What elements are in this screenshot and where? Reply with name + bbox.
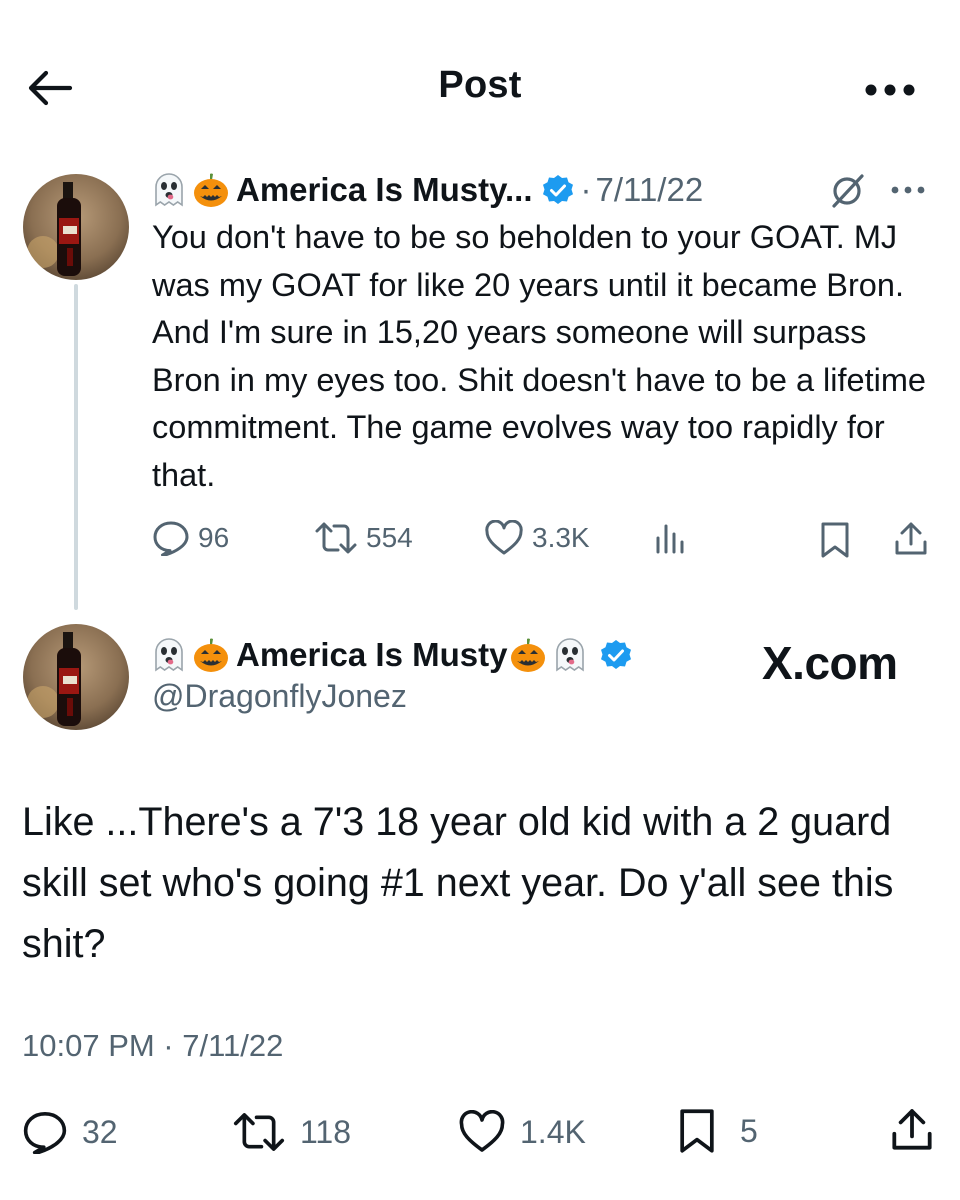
grok-icon xyxy=(832,174,864,208)
repost-button[interactable]: 118 xyxy=(232,1110,351,1154)
tweet-text: Like ...There's a 7'3 18 year old kid wi… xyxy=(22,800,894,966)
reply-icon xyxy=(22,1110,68,1154)
user-handle[interactable]: @DragonflyJonez xyxy=(152,678,407,715)
share-button[interactable] xyxy=(888,1106,936,1154)
more-horizontal-icon xyxy=(865,84,915,96)
verified-badge-icon xyxy=(599,638,633,672)
tweet-more-button[interactable] xyxy=(878,170,938,210)
tweet-date[interactable]: 7/11/22 xyxy=(596,171,704,209)
parent-tweet-header: America Is Musty... · 7/11/22 xyxy=(150,168,703,212)
jack-o-lantern-icon xyxy=(509,636,547,674)
thread-line xyxy=(74,284,78,610)
share-button[interactable] xyxy=(892,520,930,558)
share-icon xyxy=(892,1109,932,1150)
bookmark-button[interactable] xyxy=(818,520,852,560)
avatar[interactable] xyxy=(23,624,129,730)
more-horizontal-icon xyxy=(891,186,925,194)
bookmark-count: 5 xyxy=(740,1112,758,1149)
repost-count: 554 xyxy=(366,522,413,553)
tweet-text: You don't have to be so beholden to your… xyxy=(152,219,926,493)
like-count: 1.4K xyxy=(520,1113,586,1150)
bookmark-icon xyxy=(821,522,849,558)
repost-icon xyxy=(314,520,358,556)
views-button[interactable] xyxy=(652,520,688,556)
bookmark-icon xyxy=(676,1106,718,1156)
display-name[interactable]: America Is Musty xyxy=(236,636,507,674)
heart-icon xyxy=(484,520,524,556)
views-icon xyxy=(656,524,684,554)
reply-count: 96 xyxy=(198,522,230,553)
tweet-timestamp[interactable]: 10:07 PM · 7/11/22 xyxy=(22,1028,283,1064)
reply-count: 32 xyxy=(82,1113,118,1150)
page-title: Post xyxy=(438,64,522,106)
ghost-icon xyxy=(551,636,589,674)
reply-icon xyxy=(152,520,190,556)
repost-button[interactable]: 554 xyxy=(314,520,413,556)
jack-o-lantern-icon xyxy=(192,636,230,674)
display-name[interactable]: America Is Musty... xyxy=(236,171,533,209)
verified-badge-icon xyxy=(541,173,575,207)
repost-count: 118 xyxy=(300,1113,352,1150)
main-tweet-header: America Is Musty xyxy=(150,633,633,677)
jack-o-lantern-icon xyxy=(192,171,230,209)
watermark: X.com xyxy=(762,637,898,689)
ghost-icon xyxy=(150,636,188,674)
separator-dot: · xyxy=(580,171,592,208)
share-icon xyxy=(895,522,927,555)
ghost-icon xyxy=(150,171,188,209)
more-options-button[interactable] xyxy=(858,70,922,110)
reply-button[interactable]: 96 xyxy=(152,520,229,556)
grok-button[interactable] xyxy=(826,170,870,210)
like-button[interactable]: 3.3K xyxy=(484,520,590,556)
like-count: 3.3K xyxy=(532,522,590,553)
bookmark-button[interactable]: 5 xyxy=(676,1106,758,1156)
avatar[interactable] xyxy=(23,174,129,280)
reply-button[interactable]: 32 xyxy=(22,1110,118,1154)
heart-icon xyxy=(458,1110,506,1154)
repost-icon xyxy=(232,1110,286,1154)
like-button[interactable]: 1.4K xyxy=(458,1110,586,1154)
